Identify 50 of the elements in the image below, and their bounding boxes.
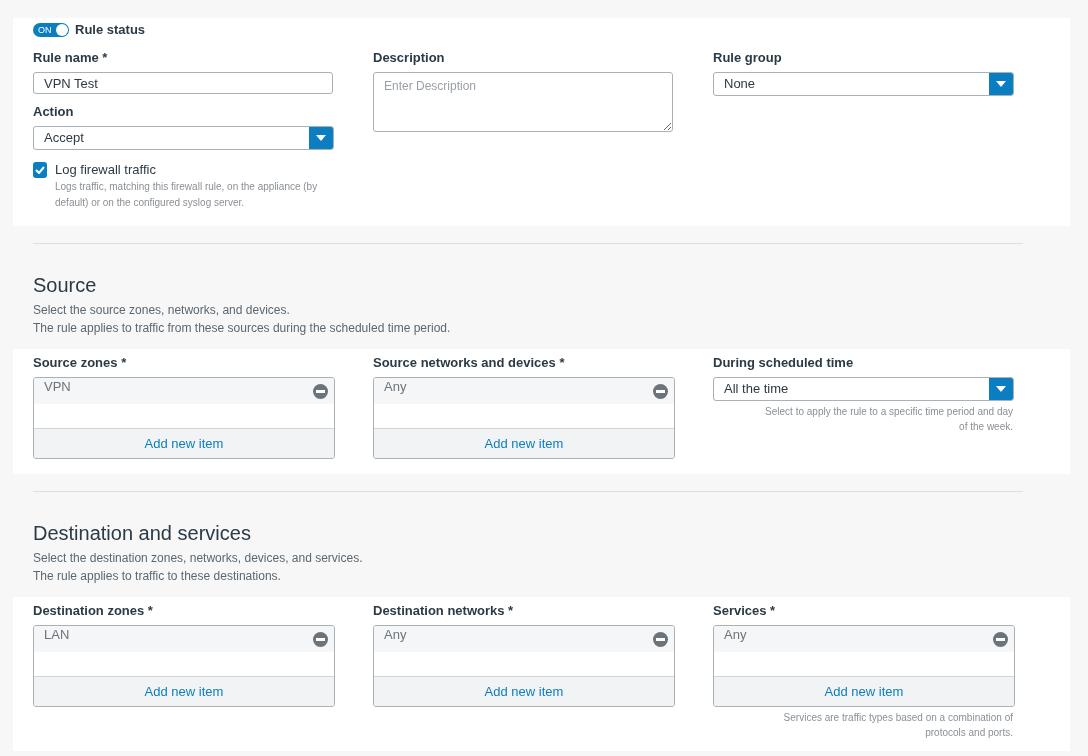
help-text: Services are traffic types based on a combination of protocols and ports. — [782, 711, 1013, 740]
checkbox[interactable] — [33, 162, 47, 178]
list-item: Any — [384, 626, 407, 644]
add-item-button[interactable]: Add new item — [714, 676, 1014, 706]
add-item-button[interactable]: Add new item — [374, 428, 674, 458]
list-item: VPN — [44, 378, 71, 396]
section-description: Select the source zones, networks, and devices. — [33, 302, 291, 319]
field-label: Description — [373, 50, 446, 66]
field-label: Rule name * — [33, 50, 109, 66]
list-item: LAN — [44, 626, 70, 644]
remove-icon[interactable] — [653, 384, 668, 399]
remove-icon[interactable] — [313, 384, 328, 399]
field-label: During scheduled time — [713, 355, 855, 371]
add-item-button[interactable]: Add new item — [34, 676, 334, 706]
field-label: Action — [33, 104, 75, 120]
remove-icon[interactable] — [653, 632, 668, 647]
caret-icon — [989, 73, 1013, 95]
checkbox-label: Log firewall traffic — [55, 162, 157, 178]
field-label: Source networks and devices * — [373, 355, 566, 371]
dropdown-value: None — [723, 75, 757, 93]
dropdown[interactable]: None — [713, 72, 1014, 96]
toggle-switch[interactable]: ON — [33, 23, 69, 37]
field-label: Rule group — [713, 50, 783, 66]
description-field[interactable]: Enter Description — [373, 72, 673, 132]
section-title: Destination and services — [33, 521, 252, 545]
caret-icon — [309, 127, 333, 149]
field-label: Destination zones * — [33, 603, 154, 619]
field-label: Services * — [713, 603, 777, 619]
list-item: Any — [384, 378, 407, 396]
help-text: Logs traffic, matching this firewall rule, on the appliance (by default) or on the configured syslog server. — [55, 180, 319, 210]
list-item: Any — [724, 626, 747, 644]
toggle-label: Rule status — [75, 21, 146, 40]
add-item-button[interactable]: Add new item — [374, 676, 674, 706]
add-item-button[interactable]: Add new item — [34, 428, 334, 458]
checkmark-icon — [35, 166, 45, 174]
section-description: The rule applies to traffic from these sources during the scheduled time period. — [33, 320, 452, 337]
dropdown-value: All the time — [723, 380, 790, 398]
remove-icon[interactable] — [313, 632, 328, 647]
dropdown[interactable]: All the time — [713, 377, 1014, 401]
dropdown[interactable]: Accept — [33, 126, 334, 150]
section-description: Select the destination zones, networks, devices, and services. — [33, 550, 364, 567]
text-input[interactable]: VPN Test — [33, 72, 333, 94]
field-label: Source zones * — [33, 355, 128, 371]
field-label: Destination networks * — [373, 603, 515, 619]
section-title: Source — [33, 273, 98, 297]
caret-icon — [989, 378, 1013, 400]
dropdown-value: Accept — [43, 129, 85, 147]
section-description: The rule applies to traffic to these destinations. — [33, 568, 282, 585]
help-text: Select to apply the rule to a specific time period and day of the week. — [764, 405, 1013, 434]
remove-icon[interactable] — [993, 632, 1008, 647]
